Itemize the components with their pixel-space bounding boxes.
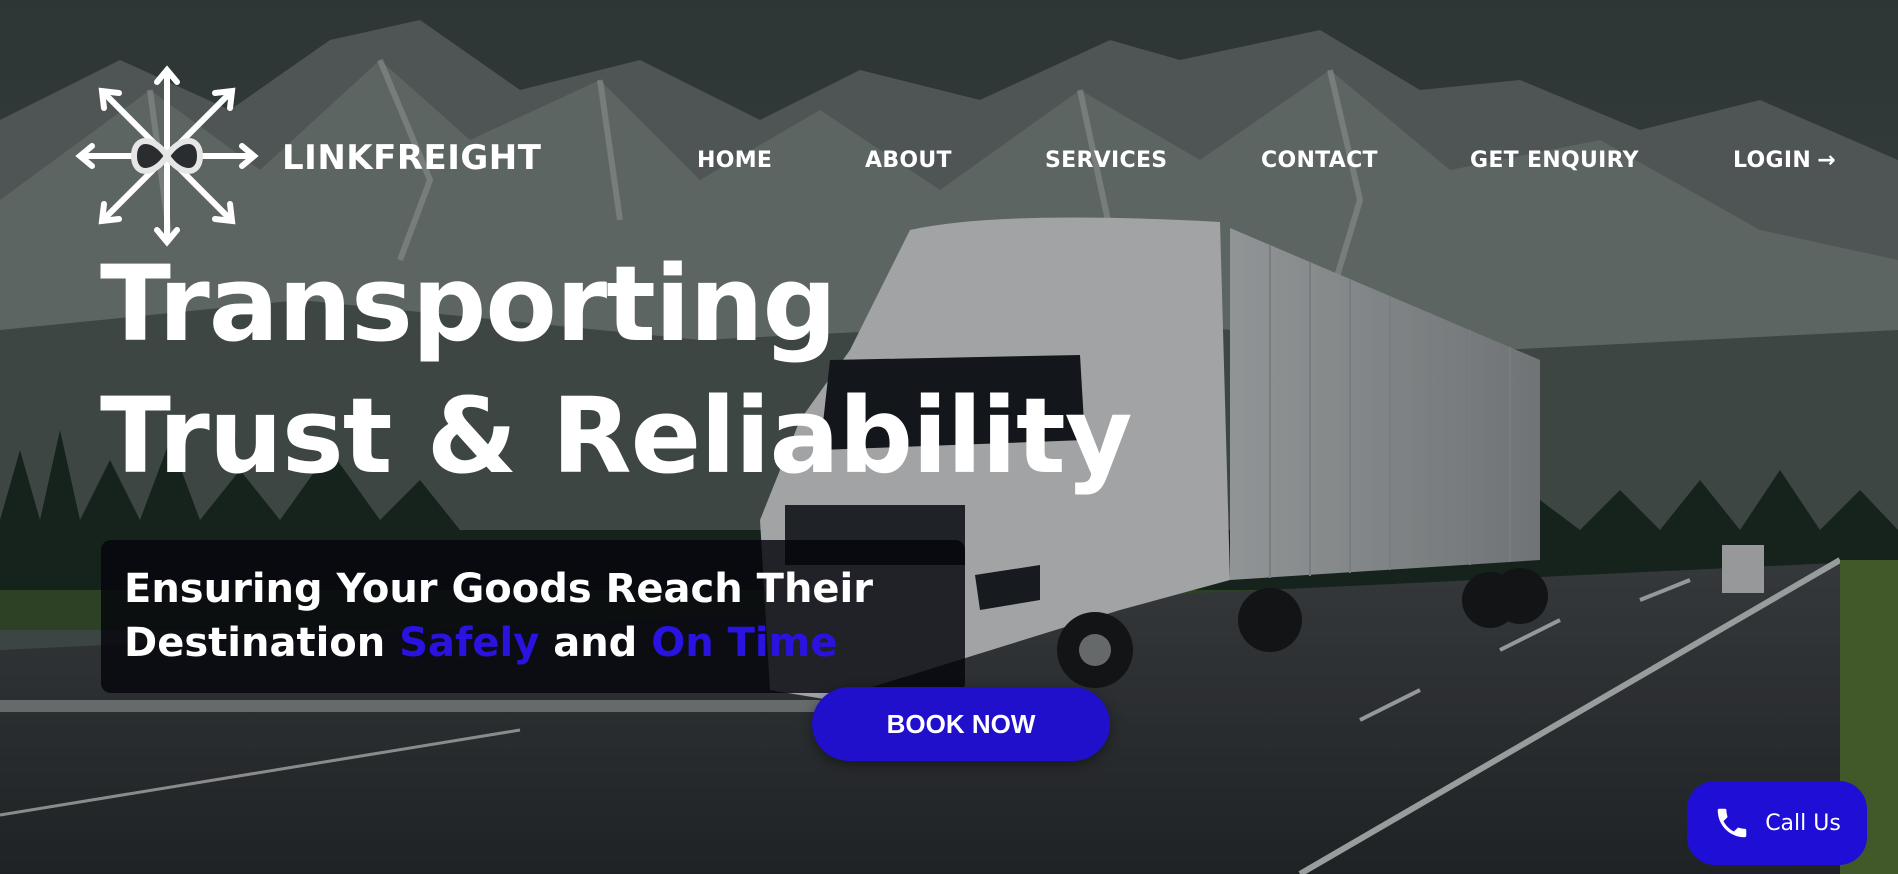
tagline-and: and bbox=[539, 620, 652, 666]
phone-icon bbox=[1717, 808, 1747, 838]
hero-headline: Transporting Trust & Reliability bbox=[100, 238, 1133, 502]
nav-services[interactable]: SERVICES bbox=[1045, 148, 1167, 173]
nav-login[interactable]: LOGIN → bbox=[1733, 148, 1836, 173]
top-navigation: LINKFREIGHT HOME ABOUT SERVICES CONTACT … bbox=[0, 0, 1898, 247]
tagline-safely: Safely bbox=[399, 620, 540, 666]
nav-get-enquiry[interactable]: GET ENQUIRY bbox=[1470, 148, 1639, 173]
nav-home[interactable]: HOME bbox=[697, 148, 772, 173]
hero-tagline: Ensuring Your Goods Reach Their Destinat… bbox=[124, 562, 873, 670]
nav-contact[interactable]: CONTACT bbox=[1261, 148, 1378, 173]
tagline-line-1: Ensuring Your Goods Reach Their bbox=[124, 566, 873, 612]
arrow-right-icon: → bbox=[1817, 148, 1836, 173]
arrows-infinity-logo-icon[interactable] bbox=[74, 64, 264, 249]
tagline-destination: Destination bbox=[124, 620, 400, 666]
headline-line-2: Trust & Reliability bbox=[100, 375, 1133, 497]
tagline-on-time: On Time bbox=[651, 620, 838, 666]
call-us-label: Call Us bbox=[1765, 810, 1841, 836]
book-now-button[interactable]: BOOK NOW bbox=[812, 687, 1110, 761]
brand-name[interactable]: LINKFREIGHT bbox=[282, 138, 541, 178]
login-label: LOGIN bbox=[1733, 148, 1812, 173]
nav-about[interactable]: ABOUT bbox=[865, 148, 952, 173]
call-us-button[interactable]: Call Us bbox=[1687, 781, 1867, 865]
headline-line-1: Transporting bbox=[100, 243, 837, 365]
